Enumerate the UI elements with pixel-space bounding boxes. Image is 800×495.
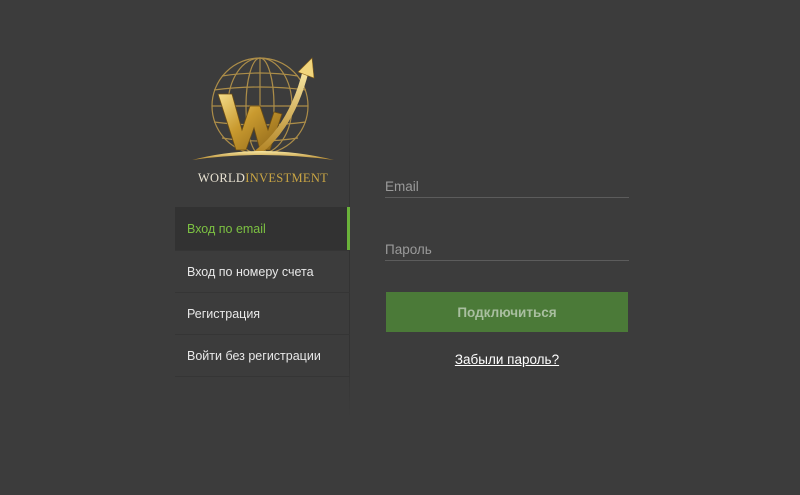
login-page: WORLDINVESTMENT Вход по email Вход по но… xyxy=(0,0,800,495)
password-field xyxy=(385,238,629,261)
forgot-password-link[interactable]: Забыли пароль? xyxy=(385,352,629,367)
nav-item-login-account-number[interactable]: Вход по номеру счета xyxy=(175,251,350,293)
nav-item-label: Регистрация xyxy=(187,307,261,321)
brand-name-world: WORLD xyxy=(197,171,246,185)
nav-item-label: Вход по email xyxy=(187,222,266,236)
email-field xyxy=(385,175,629,198)
nav-item-login-email[interactable]: Вход по email xyxy=(175,207,350,251)
nav-item-registration[interactable]: Регистрация xyxy=(175,293,350,335)
login-method-nav: Вход по email Вход по номеру счета Регис… xyxy=(175,207,350,377)
world-investment-logo-icon xyxy=(188,56,338,190)
brand-name-investment: INVESTMENT xyxy=(245,171,329,185)
email-input[interactable] xyxy=(385,175,629,197)
nav-item-label: Вход по номеру счета xyxy=(187,265,314,279)
connect-button[interactable]: Подключиться xyxy=(386,292,628,332)
password-input[interactable] xyxy=(385,238,629,260)
nav-item-guest-login[interactable]: Войти без регистрации xyxy=(175,335,350,377)
brand-wordmark: WORLDINVESTMENT xyxy=(188,171,338,186)
nav-item-label: Войти без регистрации xyxy=(187,349,321,363)
